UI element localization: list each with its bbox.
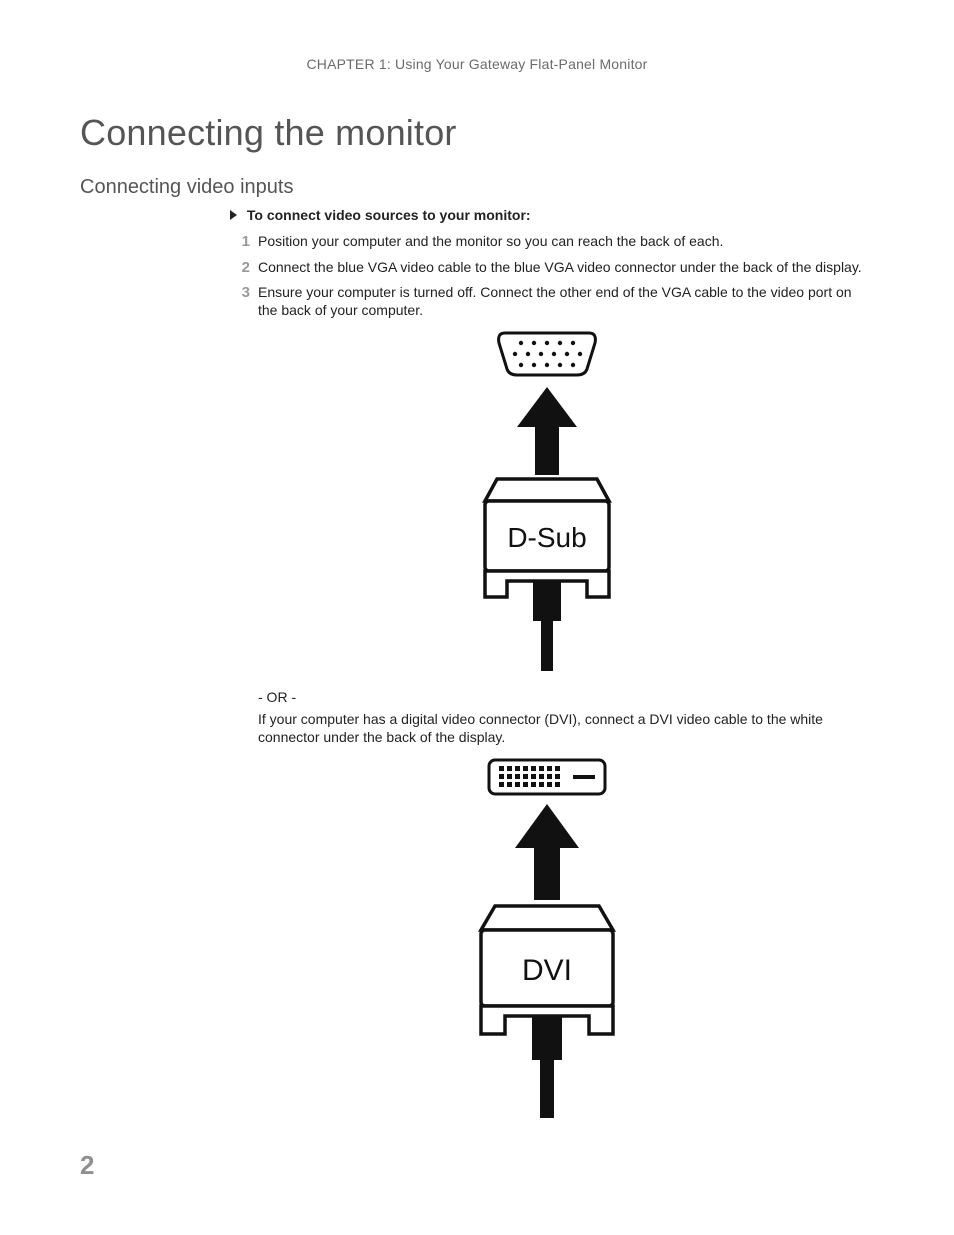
document-page: CHAPTER 1: Using Your Gateway Flat-Panel… bbox=[0, 0, 954, 1235]
step-item: Connect the blue VGA video cable to the … bbox=[230, 259, 864, 277]
triangle-bullet-icon bbox=[230, 210, 237, 220]
chapter-header: CHAPTER 1: Using Your Gateway Flat-Panel… bbox=[80, 56, 874, 72]
lead-text: To connect video sources to your monitor… bbox=[247, 207, 531, 223]
dvi-paragraph: If your computer has a digital video con… bbox=[258, 711, 864, 746]
dsub-diagram: D-Sub bbox=[230, 329, 864, 679]
step-item: Position your computer and the monitor s… bbox=[230, 233, 864, 251]
step-item: Ensure your computer is turned off. Conn… bbox=[230, 284, 864, 319]
subsection-title: Connecting video inputs bbox=[80, 176, 874, 199]
section-title: Connecting the monitor bbox=[80, 112, 874, 154]
step-text: Position your computer and the monitor s… bbox=[258, 233, 723, 249]
dvi-label: DVI bbox=[522, 954, 572, 987]
dsub-label: D-Sub bbox=[507, 522, 586, 553]
step-text: Ensure your computer is turned off. Conn… bbox=[258, 284, 852, 318]
lead-line: To connect video sources to your monitor… bbox=[230, 207, 864, 223]
step-text: Connect the blue VGA video cable to the … bbox=[258, 259, 862, 275]
dvi-connector-icon: DVI bbox=[437, 756, 657, 1126]
dsub-connector-icon: D-Sub bbox=[437, 329, 657, 679]
page-number: 2 bbox=[80, 1150, 94, 1181]
instruction-block: To connect video sources to your monitor… bbox=[230, 207, 864, 1126]
dvi-diagram: DVI bbox=[230, 756, 864, 1126]
steps-list: Position your computer and the monitor s… bbox=[230, 233, 864, 319]
or-separator: - OR - bbox=[258, 689, 864, 705]
